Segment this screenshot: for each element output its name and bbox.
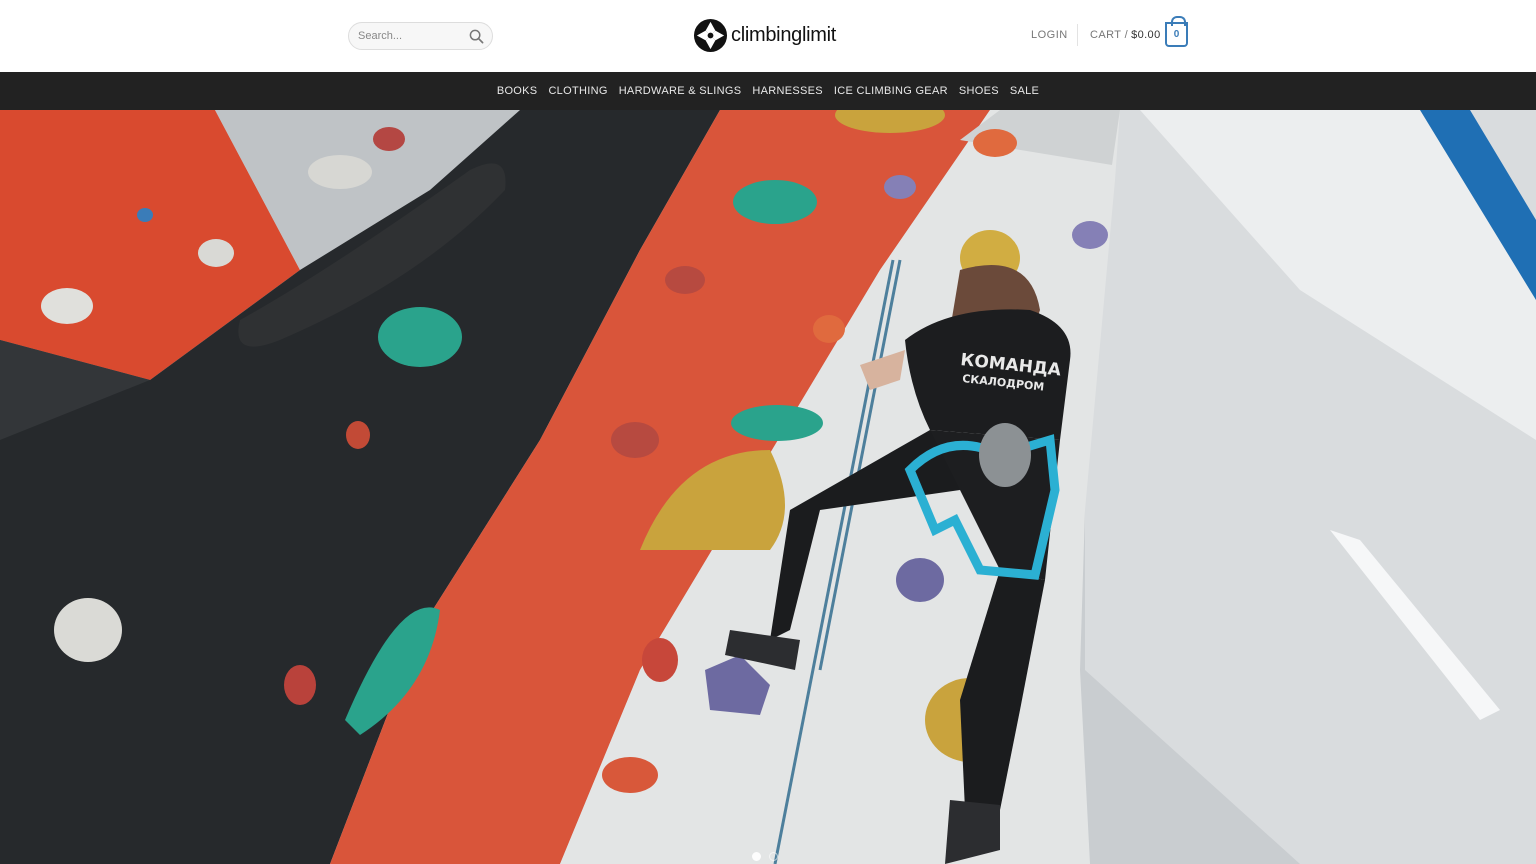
- main-nav: BOOKS CLOTHING HARDWARE & SLINGS HARNESS…: [0, 72, 1536, 110]
- slider-dot-2[interactable]: [769, 852, 778, 861]
- slider-dots: [752, 852, 778, 861]
- nav-item-books[interactable]: BOOKS: [497, 85, 538, 97]
- logo-mark-icon: [693, 18, 728, 52]
- site-logo[interactable]: climbinglimit: [693, 17, 836, 53]
- cart-bag-icon[interactable]: 0: [1165, 16, 1188, 47]
- cart-label: CART /: [1090, 29, 1129, 41]
- hero-image: КОМАНДА СКАЛОДРОМ: [0, 110, 1536, 864]
- logo-text: climbinglimit: [731, 23, 837, 46]
- nav-item-ice-climbing-gear[interactable]: ICE CLIMBING GEAR: [834, 85, 948, 97]
- cart-amount: $0.00: [1131, 29, 1161, 41]
- site-header: climbinglimit LOGIN CART / $0.00 0: [0, 0, 1536, 72]
- search-icon[interactable]: [469, 29, 484, 44]
- slider-dot-1[interactable]: [752, 852, 761, 861]
- nav-item-sale[interactable]: SALE: [1010, 85, 1039, 97]
- nav-item-clothing[interactable]: CLOTHING: [548, 85, 607, 97]
- search-input[interactable]: [358, 30, 470, 42]
- login-link[interactable]: LOGIN: [1031, 29, 1068, 41]
- nav-item-hardware-slings[interactable]: HARDWARE & SLINGS: [619, 85, 742, 97]
- nav-item-shoes[interactable]: SHOES: [959, 85, 999, 97]
- cart-count: 0: [1173, 29, 1180, 40]
- header-divider: [1077, 24, 1078, 46]
- nav-item-harnesses[interactable]: HARNESSES: [752, 85, 823, 97]
- cart-link[interactable]: CART / $0.00: [1090, 29, 1161, 41]
- search-box[interactable]: [348, 22, 493, 50]
- hero-slider[interactable]: КОМАНДА СКАЛОДРОМ: [0, 110, 1536, 864]
